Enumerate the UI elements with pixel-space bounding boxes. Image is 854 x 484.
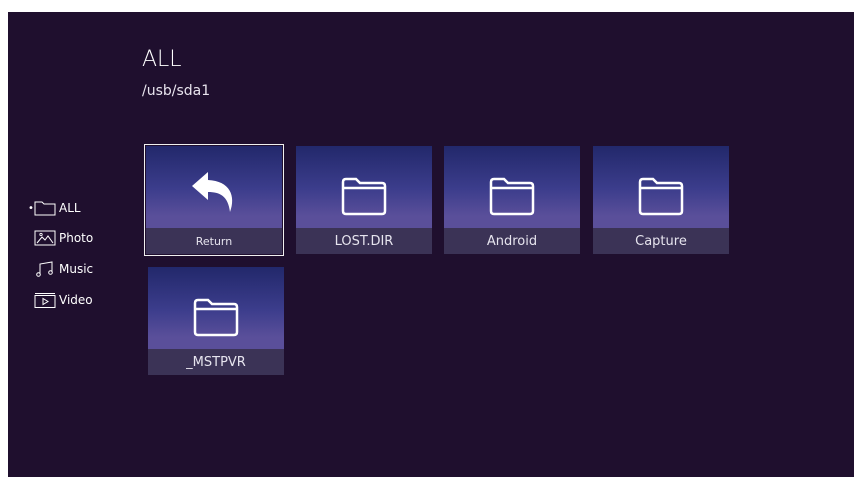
folder-icon <box>341 177 387 216</box>
page-title: ALL <box>142 47 182 72</box>
folder-icon <box>193 298 239 337</box>
return-arrow-icon <box>192 172 233 212</box>
music-icon <box>36 261 53 277</box>
folder-icon <box>638 177 684 216</box>
tile-mstpvr[interactable]: _MSTPVR <box>148 267 284 375</box>
folder-icon <box>34 201 56 216</box>
tile-lost-dir[interactable]: LOST.DIR <box>296 146 432 254</box>
sidebar-item-label: Video <box>59 293 93 307</box>
sidebar-item-label: Music <box>59 262 94 276</box>
photo-icon <box>34 230 56 246</box>
folder-icon <box>489 177 535 216</box>
sidebar-item-label: ALL <box>59 201 81 215</box>
sidebar-item-music[interactable]: Music <box>28 259 93 279</box>
video-icon <box>34 293 56 308</box>
sidebar-item-photo[interactable]: Photo <box>28 228 93 248</box>
sidebar-item-label: Photo <box>59 231 94 245</box>
tile-capture[interactable]: Capture <box>593 146 729 254</box>
tile-label: Return <box>146 228 282 254</box>
tile-label: Capture <box>593 228 729 254</box>
tile-android[interactable]: Android <box>444 146 580 254</box>
tile-label: LOST.DIR <box>296 228 432 254</box>
tile-label: Android <box>444 228 580 254</box>
current-path: /usb/sda1 <box>142 83 211 99</box>
sidebar-item-all[interactable]: • ALL <box>28 198 81 218</box>
sidebar-item-video[interactable]: Video <box>28 290 93 310</box>
file-browser-screen: ALL /usb/sda1 • ALL Photo Music Video Re… <box>8 12 854 477</box>
tile-label: _MSTPVR <box>148 349 284 375</box>
tile-return[interactable]: Return <box>144 144 284 256</box>
